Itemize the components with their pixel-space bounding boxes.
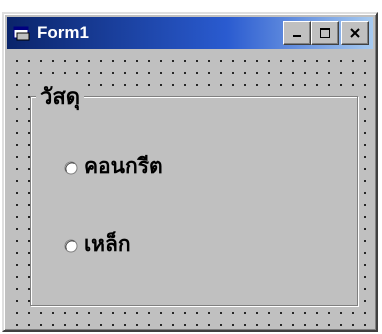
title-bar[interactable]: Form1: [7, 17, 373, 49]
close-button[interactable]: [341, 21, 369, 45]
radio-button-icon[interactable]: [64, 160, 78, 174]
minimize-button[interactable]: [283, 21, 311, 45]
title-buttons: [283, 21, 369, 45]
minimize-icon: [293, 35, 301, 37]
option-label: คอนกรีต: [84, 154, 163, 178]
maximize-icon: [320, 28, 330, 38]
maximize-button[interactable]: [311, 21, 339, 45]
window-title: Form1: [37, 23, 89, 42]
option-steel[interactable]: เหล็ก: [64, 228, 131, 261]
form-icon[interactable]: [13, 25, 31, 41]
close-icon: [350, 28, 360, 38]
option-concrete[interactable]: คอนกรีต: [64, 150, 163, 183]
frame-caption: วัสดุ: [36, 84, 85, 112]
radio-button-icon[interactable]: [64, 238, 78, 252]
option-label: เหล็ก: [84, 232, 131, 256]
material-frame: [30, 96, 358, 306]
